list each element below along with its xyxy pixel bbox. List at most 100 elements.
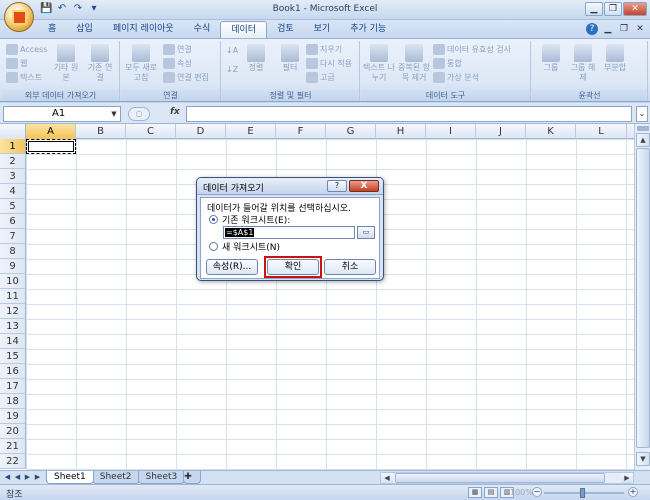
text-to-columns-button[interactable]: 텍스트 나누기 [363,44,395,83]
web-button[interactable]: 웹 [6,58,27,69]
dialog-close-button[interactable]: X [349,180,379,192]
column-header[interactable]: G [326,124,376,139]
close-window-button[interactable]: ✕ [623,2,647,16]
tab-2[interactable]: 페이지 레이아웃 [103,21,184,38]
zoom-level[interactable]: 100% [510,488,533,497]
existing-connections-button[interactable]: 기존 연결 [86,44,114,83]
sort-za-icon[interactable]: ↓Z [226,65,238,75]
tab-1[interactable]: 삽입 [66,21,103,38]
row-header[interactable]: 18 [0,394,26,409]
tab-7[interactable]: 추가 기능 [340,21,396,38]
name-box[interactable]: A1 ▼ [3,106,121,122]
column-header[interactable]: B [76,124,126,139]
active-cell[interactable] [26,139,76,154]
sort-button[interactable]: 정렬 [242,44,270,73]
remove-duplicates-button[interactable]: 중복된 항목 제거 [397,44,431,83]
minimize-button[interactable]: ▁ [585,2,603,16]
sort-az-icon[interactable]: ↓A [226,46,238,56]
collapse-dialog-icon[interactable]: ▭ [357,226,375,239]
ribbon-minimize-icon[interactable]: ▁ [602,23,614,35]
new-worksheet-radio[interactable] [209,242,218,251]
column-header[interactable]: D [176,124,226,139]
column-header[interactable]: I [426,124,476,139]
filter-button[interactable]: 필터 [276,44,304,73]
zoom-out-icon[interactable]: − [532,487,542,497]
zoom-in-icon[interactable]: + [628,487,638,497]
sheet-tab[interactable]: Sheet3 [137,471,186,484]
dialog-title-bar[interactable]: 데이터 가져오기 ? X [197,178,383,195]
row-header[interactable]: 10 [0,274,26,289]
row-header[interactable]: 9 [0,259,26,274]
row-header[interactable]: 22 [0,454,26,469]
select-all-corner[interactable] [0,124,26,139]
office-button[interactable] [4,2,34,32]
insert-function-icon[interactable]: fx [170,107,180,117]
existing-worksheet-label[interactable]: 기존 워크시트(E): [222,213,290,226]
tab-4[interactable]: 데이터 [220,21,268,38]
row-header[interactable]: 14 [0,334,26,349]
zoom-slider[interactable] [544,488,624,498]
existing-worksheet-radio[interactable] [209,215,218,224]
other-sources-button[interactable]: 기타 원본 [52,44,80,83]
what-if-button[interactable]: 가상 분석 [433,72,479,83]
row-header[interactable]: 8 [0,244,26,259]
advanced-button[interactable]: 고급 [306,72,335,83]
sheet-tab[interactable]: Sheet2 [91,471,140,484]
split-handle[interactable] [637,126,649,131]
row-header[interactable]: 4 [0,184,26,199]
row-header[interactable]: 20 [0,424,26,439]
properties-button[interactable]: 속성 [163,58,192,69]
reapply-button[interactable]: 다시 적용 [306,58,352,69]
chevron-down-icon[interactable]: ▼ [109,108,119,120]
scroll-down-icon[interactable]: ▼ [636,452,650,466]
row-header[interactable]: 2 [0,154,26,169]
h-scroll-thumb[interactable] [395,473,605,483]
column-header[interactable]: K [526,124,576,139]
new-worksheet-label[interactable]: 새 워크시트(N) [222,240,280,253]
column-header[interactable]: L [576,124,627,139]
scroll-thumb[interactable] [636,148,650,448]
ungroup-button[interactable]: 그룹 해제 [568,44,598,83]
tab-0[interactable]: 홈 [38,21,66,38]
scroll-left-icon[interactable]: ◀ [381,473,393,483]
expand-formula-bar-icon[interactable]: ⌄ [636,106,648,122]
connections-button[interactable]: 연결 [163,44,192,55]
ribbon-close-icon[interactable]: ✕ [634,23,646,35]
row-header[interactable]: 19 [0,409,26,424]
column-header[interactable]: H [376,124,426,139]
clear-button[interactable]: 지우기 [306,44,342,55]
column-header[interactable]: F [276,124,326,139]
row-header[interactable]: 5 [0,199,26,214]
row-header[interactable]: 16 [0,364,26,379]
prev-sheet-icon[interactable]: ◀ [13,472,22,483]
access-button[interactable]: Access [6,44,47,55]
tab-5[interactable]: 검토 [267,21,304,38]
cancel-button[interactable]: 취소 [324,259,376,275]
range-input[interactable]: =$A$1 [223,226,355,239]
row-header[interactable]: 6 [0,214,26,229]
tab-3[interactable]: 수식 [184,21,221,38]
page-layout-view-icon[interactable]: ▤ [484,487,498,498]
first-sheet-icon[interactable]: ◀ [3,472,12,483]
refresh-all-button[interactable]: 모두 새로 고침 [123,44,159,83]
last-sheet-icon[interactable]: ▶ [33,472,42,483]
group-button[interactable]: 그룹 [536,44,566,73]
column-header[interactable]: E [226,124,276,139]
text-button[interactable]: 텍스트 [6,72,42,83]
data-validation-button[interactable]: 데이터 유효성 검사 [433,44,511,55]
tab-6[interactable]: 보기 [304,21,341,38]
scroll-right-icon[interactable]: ▶ [621,473,633,483]
vertical-scrollbar[interactable]: ▲ ▼ [634,124,650,470]
row-header[interactable]: 13 [0,319,26,334]
consolidate-button[interactable]: 통합 [433,58,462,69]
edit-links-button[interactable]: 연결 편집 [163,72,209,83]
next-sheet-icon[interactable]: ▶ [23,472,32,483]
column-header[interactable]: C [126,124,176,139]
row-header[interactable]: 1 [0,139,26,154]
normal-view-icon[interactable]: ▦ [468,487,482,498]
horizontal-scrollbar[interactable]: ◀ ▶ [380,472,634,484]
insert-sheet-icon[interactable]: ✚ [183,471,202,484]
row-header[interactable]: 21 [0,439,26,454]
formula-bar-resize-handle[interactable]: ○ [128,107,150,121]
dialog-help-button[interactable]: ? [327,180,347,192]
